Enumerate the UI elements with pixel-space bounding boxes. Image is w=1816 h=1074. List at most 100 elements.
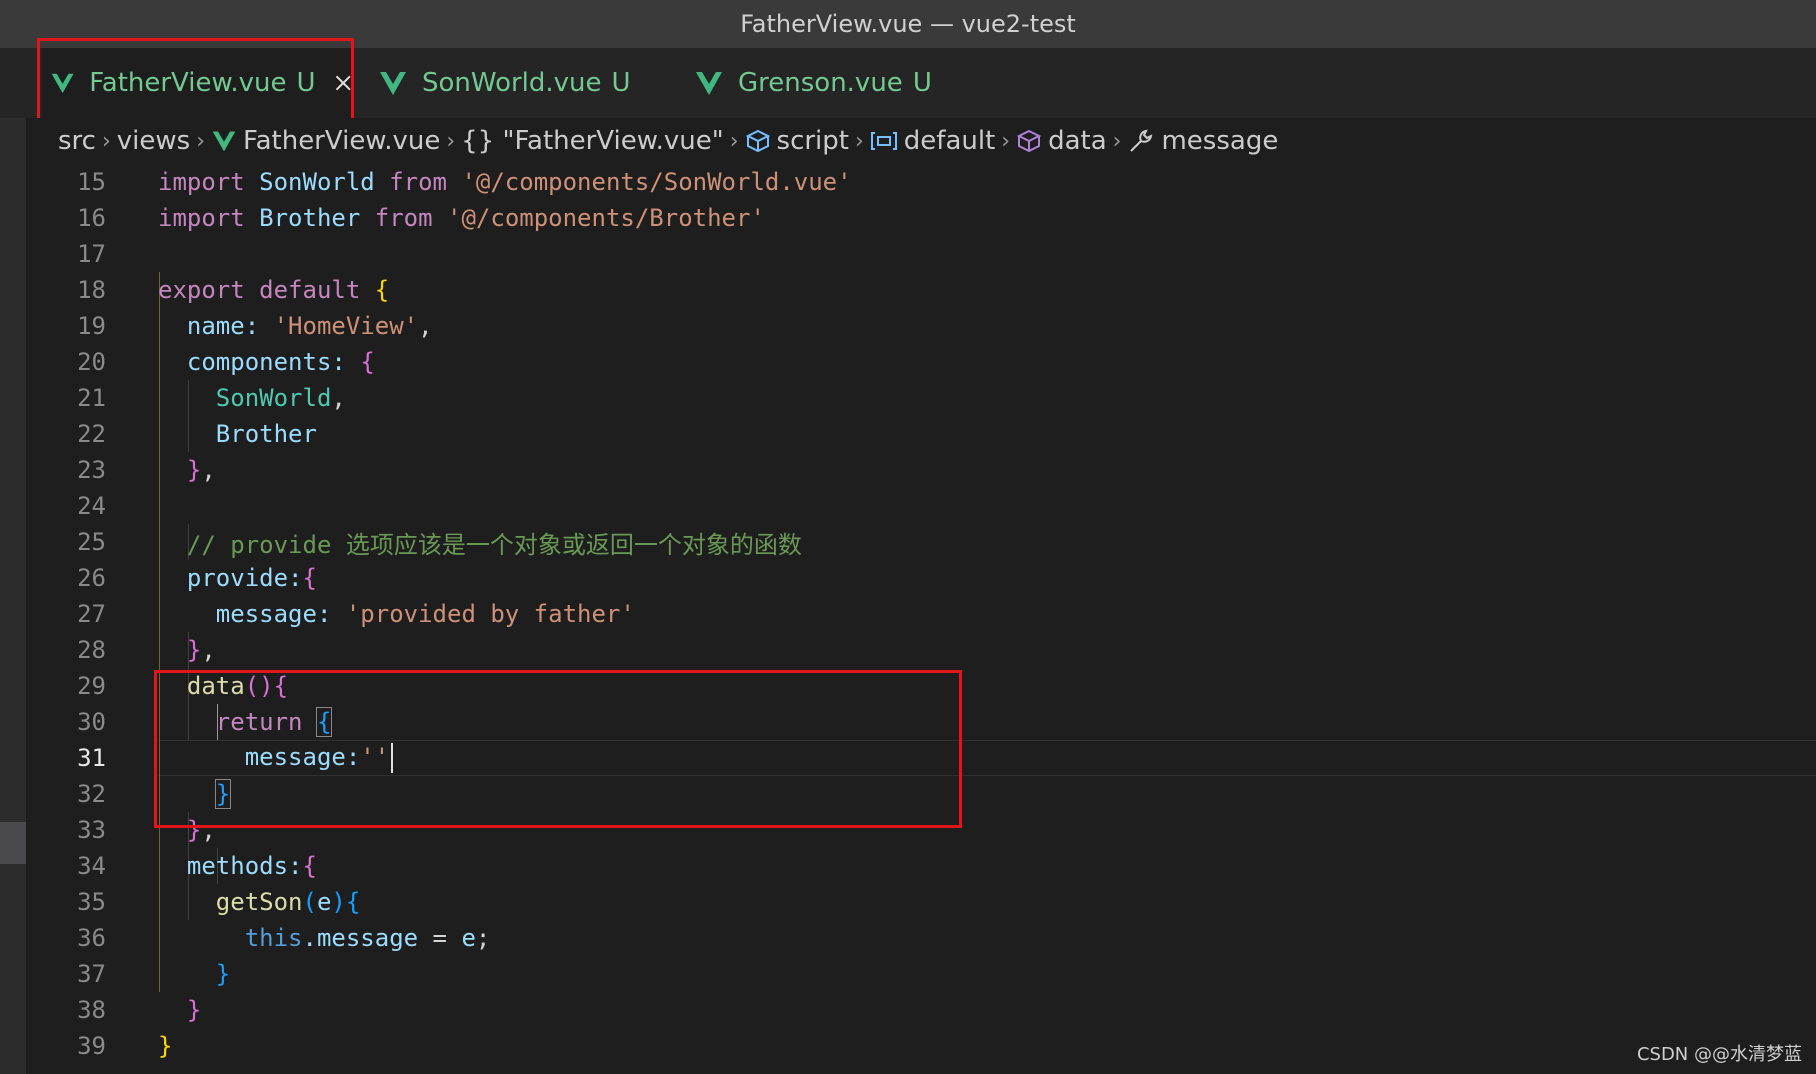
- chevron-right-icon: ›: [196, 128, 206, 154]
- code-line: 20 components: {: [26, 344, 1816, 380]
- line-number: 38: [77, 996, 106, 1024]
- token: '@/components/SonWorld.vue': [461, 168, 852, 196]
- token: e: [461, 924, 476, 952]
- tab-sonworld[interactable]: SonWorld.vue U: [378, 48, 631, 118]
- token: getSon: [215, 888, 303, 916]
- chevron-right-icon: ›: [101, 128, 111, 154]
- line-number: 27: [77, 600, 106, 628]
- token: 'HomeView': [273, 312, 419, 340]
- line-number: 29: [77, 672, 106, 700]
- wrench-icon: [1130, 129, 1153, 152]
- git-status-badge: U: [611, 68, 631, 98]
- line-number: 37: [77, 960, 106, 988]
- code-line: 15 import SonWorld from '@/components/So…: [26, 164, 1816, 200]
- token: 'provided by father': [345, 600, 635, 628]
- code-line: 17: [26, 236, 1816, 272]
- vue-file-icon: [380, 72, 406, 95]
- line-number: 16: [77, 204, 106, 232]
- tab-label: SonWorld.vue: [422, 68, 602, 98]
- code-line: 39 }: [26, 1028, 1816, 1064]
- code-line: 36 this.message = e;: [26, 920, 1816, 956]
- variable-icon: [870, 132, 897, 150]
- line-number: 28: [77, 636, 106, 664]
- code-line: 16 import Brother from '@/components/Bro…: [26, 200, 1816, 236]
- watermark: CSDN @@水清梦蓝: [1636, 1044, 1802, 1065]
- token: }: [186, 636, 202, 664]
- token: ,: [418, 312, 433, 340]
- breadcrumb-item[interactable]: src: [58, 126, 96, 156]
- token: e: [316, 888, 332, 916]
- line-number: 23: [77, 456, 106, 484]
- chevron-right-icon: ›: [1001, 128, 1011, 154]
- code-line: 37 }: [26, 956, 1816, 992]
- token: }: [186, 456, 202, 484]
- code-line: 21 SonWorld,: [26, 380, 1816, 416]
- line-number: 33: [77, 816, 106, 844]
- token: (: [302, 888, 317, 916]
- code-line: 34 methods:{: [26, 848, 1816, 884]
- token: .message: [302, 924, 419, 952]
- token: }: [158, 1032, 173, 1060]
- line-number: 24: [77, 492, 106, 520]
- token: SonWorld: [259, 168, 375, 196]
- line-number: 26: [77, 564, 106, 592]
- token: components:: [186, 348, 346, 376]
- token: {: [374, 276, 390, 304]
- tab-grenson[interactable]: Grenson.vue U: [694, 48, 932, 118]
- breadcrumb-item[interactable]: script: [777, 126, 849, 156]
- close-icon[interactable]: [334, 72, 352, 94]
- breadcrumb-item[interactable]: {} "FatherView.vue": [461, 126, 724, 156]
- code-editor[interactable]: 15 import SonWorld from '@/components/So…: [26, 164, 1816, 1074]
- code-line: 23 },: [26, 452, 1816, 488]
- token: ,: [331, 384, 346, 412]
- line-number: 21: [77, 384, 106, 412]
- token: '@/components/Brother': [447, 204, 765, 232]
- code-line: 25 // provide 选项应该是一个对象或返回一个对象的函数: [26, 524, 1816, 560]
- token: {: [302, 564, 317, 592]
- code-line: 18 export default {: [26, 272, 1816, 308]
- line-number: 32: [77, 780, 106, 808]
- token: SonWorld: [215, 384, 332, 412]
- line-number: 22: [77, 420, 106, 448]
- tab-label: FatherView.vue: [89, 68, 287, 98]
- token: }: [215, 960, 231, 988]
- token: =: [418, 924, 462, 952]
- token: Brother: [259, 204, 361, 232]
- code-line: 26 provide:{: [26, 560, 1816, 596]
- cube-icon: [745, 129, 770, 153]
- token: ,: [201, 456, 216, 484]
- chevron-right-icon: ›: [446, 128, 456, 154]
- code-line: 19 name: 'HomeView',: [26, 308, 1816, 344]
- code-line: 27 message: 'provided by father': [26, 596, 1816, 632]
- line-number: 19: [77, 312, 106, 340]
- line-number: 15: [77, 168, 106, 196]
- token: export: [158, 276, 245, 304]
- token: default: [259, 276, 361, 304]
- token: provide:: [186, 564, 303, 592]
- breadcrumb-item[interactable]: default: [904, 126, 995, 156]
- token: import: [158, 168, 245, 196]
- token: ): [331, 888, 346, 916]
- line-number: 34: [77, 852, 106, 880]
- token: ;: [475, 924, 491, 952]
- git-status-badge: U: [296, 68, 316, 98]
- token: Brother: [215, 420, 317, 448]
- token: message:: [215, 600, 332, 628]
- breadcrumb-item[interactable]: FatherView.vue: [243, 126, 440, 156]
- tab-fatherview[interactable]: FatherView.vue U: [42, 48, 352, 118]
- token: }: [186, 996, 202, 1024]
- code-line: 22 Brother: [26, 416, 1816, 452]
- line-number: 20: [77, 348, 106, 376]
- vue-file-icon: [696, 72, 722, 95]
- chevron-right-icon: ›: [729, 128, 739, 154]
- breadcrumb-item[interactable]: message: [1161, 126, 1278, 156]
- code-line: 24: [26, 488, 1816, 524]
- vue-file-icon: [51, 73, 74, 94]
- token: {: [345, 888, 361, 916]
- breadcrumb-item[interactable]: data: [1048, 126, 1107, 156]
- token: methods:: [186, 852, 303, 880]
- window-title: FatherView.vue — vue2-test: [740, 10, 1076, 38]
- breadcrumb-item[interactable]: views: [117, 126, 190, 156]
- token: ,: [201, 636, 216, 664]
- line-number: 30: [77, 708, 106, 736]
